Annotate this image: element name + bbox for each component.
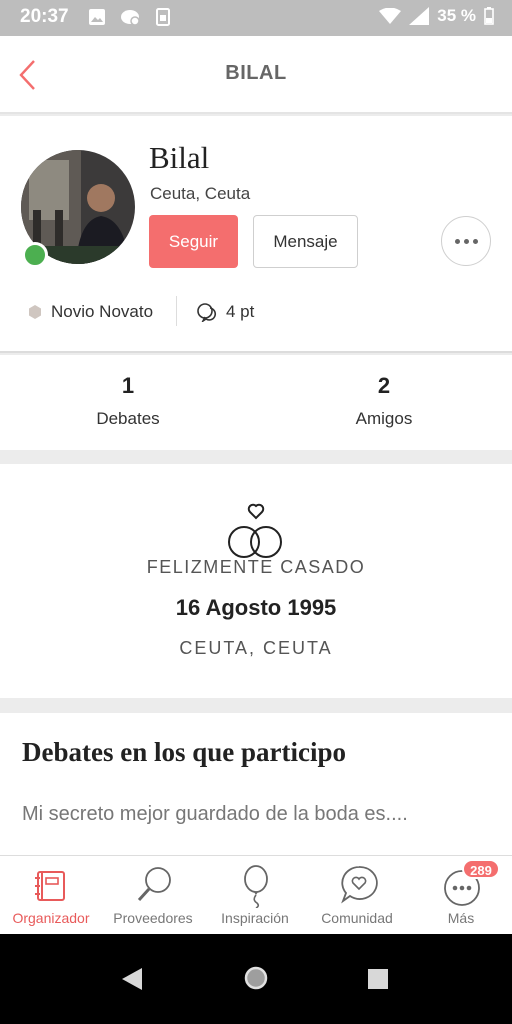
online-status-dot: [22, 242, 48, 268]
chat-heart-icon: [341, 866, 378, 904]
square-recents-icon: [368, 969, 388, 989]
signal-icon: [409, 7, 430, 25]
section-title: Debates en los que participo: [22, 737, 346, 767]
page-title: BILAL: [225, 62, 287, 84]
stats-bar: 1 Debates 2 Amigos: [0, 355, 512, 450]
nav-comunidad[interactable]: Comunidad: [306, 856, 408, 935]
wedding-place: CEUTA, CEUTA: [179, 638, 333, 658]
app-header: BILAL: [0, 36, 512, 114]
wedding-card: FELIZMENTE CASADO 16 Agosto 1995 CEUTA, …: [0, 464, 512, 698]
sim-icon: [156, 8, 170, 26]
triangle-back-icon: [122, 968, 142, 990]
nav-label: Más: [447, 910, 475, 926]
stat-value: 2: [377, 373, 391, 398]
wedding-rings-icon: [228, 503, 282, 558]
debate-link[interactable]: Mi secreto mejor guardado de la boda es.…: [22, 803, 408, 826]
profile-name: Bilal: [149, 140, 210, 175]
nav-organizador[interactable]: Organizador: [0, 856, 102, 935]
system-back-button[interactable]: [120, 966, 144, 997]
divider: [176, 296, 177, 326]
profile-card: Bilal Ceuta, Ceuta Seguir Mensaje Novio …: [0, 116, 512, 353]
system-recents-button[interactable]: [367, 968, 389, 995]
nav-mas[interactable]: 289 Más: [410, 856, 512, 935]
follow-button[interactable]: Seguir: [149, 215, 238, 268]
chat-bubbles-icon: [197, 303, 216, 322]
nav-label: Organizador: [12, 910, 90, 926]
chat-bubble-icon: [121, 10, 140, 26]
nav-label: Proveedores: [113, 910, 193, 926]
circle-home-icon: [244, 966, 268, 990]
stat-label: Debates: [96, 409, 160, 428]
hexagon-icon: [29, 305, 41, 319]
wedding-status: FELIZMENTE CASADO: [146, 557, 366, 577]
search-icon: [137, 867, 171, 902]
status-bar: 20:37 35 %: [0, 0, 512, 36]
user-points: 4 pt: [196, 302, 254, 322]
nav-inspiracion[interactable]: Inspiración: [204, 856, 306, 935]
bottom-nav: Organizador Proveedores Inspiración Comu…: [0, 855, 512, 934]
wifi-icon: [379, 8, 402, 24]
planner-icon: [35, 871, 65, 901]
status-time: 20:37: [20, 6, 69, 27]
profile-location: Ceuta, Ceuta: [150, 184, 251, 203]
wedding-date: 16 Agosto 1995: [175, 595, 337, 620]
notification-badge: 289: [462, 859, 500, 879]
user-level: Novio Novato: [28, 302, 153, 322]
balloon-icon: [244, 865, 268, 908]
stat-debates[interactable]: 1 Debates: [0, 373, 256, 429]
stat-label: Amigos: [355, 409, 413, 428]
stat-value: 1: [121, 373, 135, 398]
battery-percent: 35 %: [437, 6, 476, 25]
image-icon: [89, 9, 105, 25]
nav-label: Comunidad: [321, 910, 393, 926]
nav-proveedores[interactable]: Proveedores: [102, 856, 204, 935]
level-label: Novio Novato: [51, 302, 154, 321]
system-nav-bar: [0, 934, 512, 1024]
battery-icon: [484, 7, 494, 25]
stat-friends[interactable]: 2 Amigos: [256, 373, 512, 429]
more-options-button[interactable]: [441, 216, 491, 266]
points-label: 4 pt: [226, 302, 255, 321]
system-home-button[interactable]: [243, 965, 269, 996]
debates-section: Debates en los que participo Mi secreto …: [0, 713, 512, 855]
message-button[interactable]: Mensaje: [253, 215, 358, 268]
notification-icons: [88, 8, 170, 26]
nav-label: Inspiración: [221, 910, 289, 926]
